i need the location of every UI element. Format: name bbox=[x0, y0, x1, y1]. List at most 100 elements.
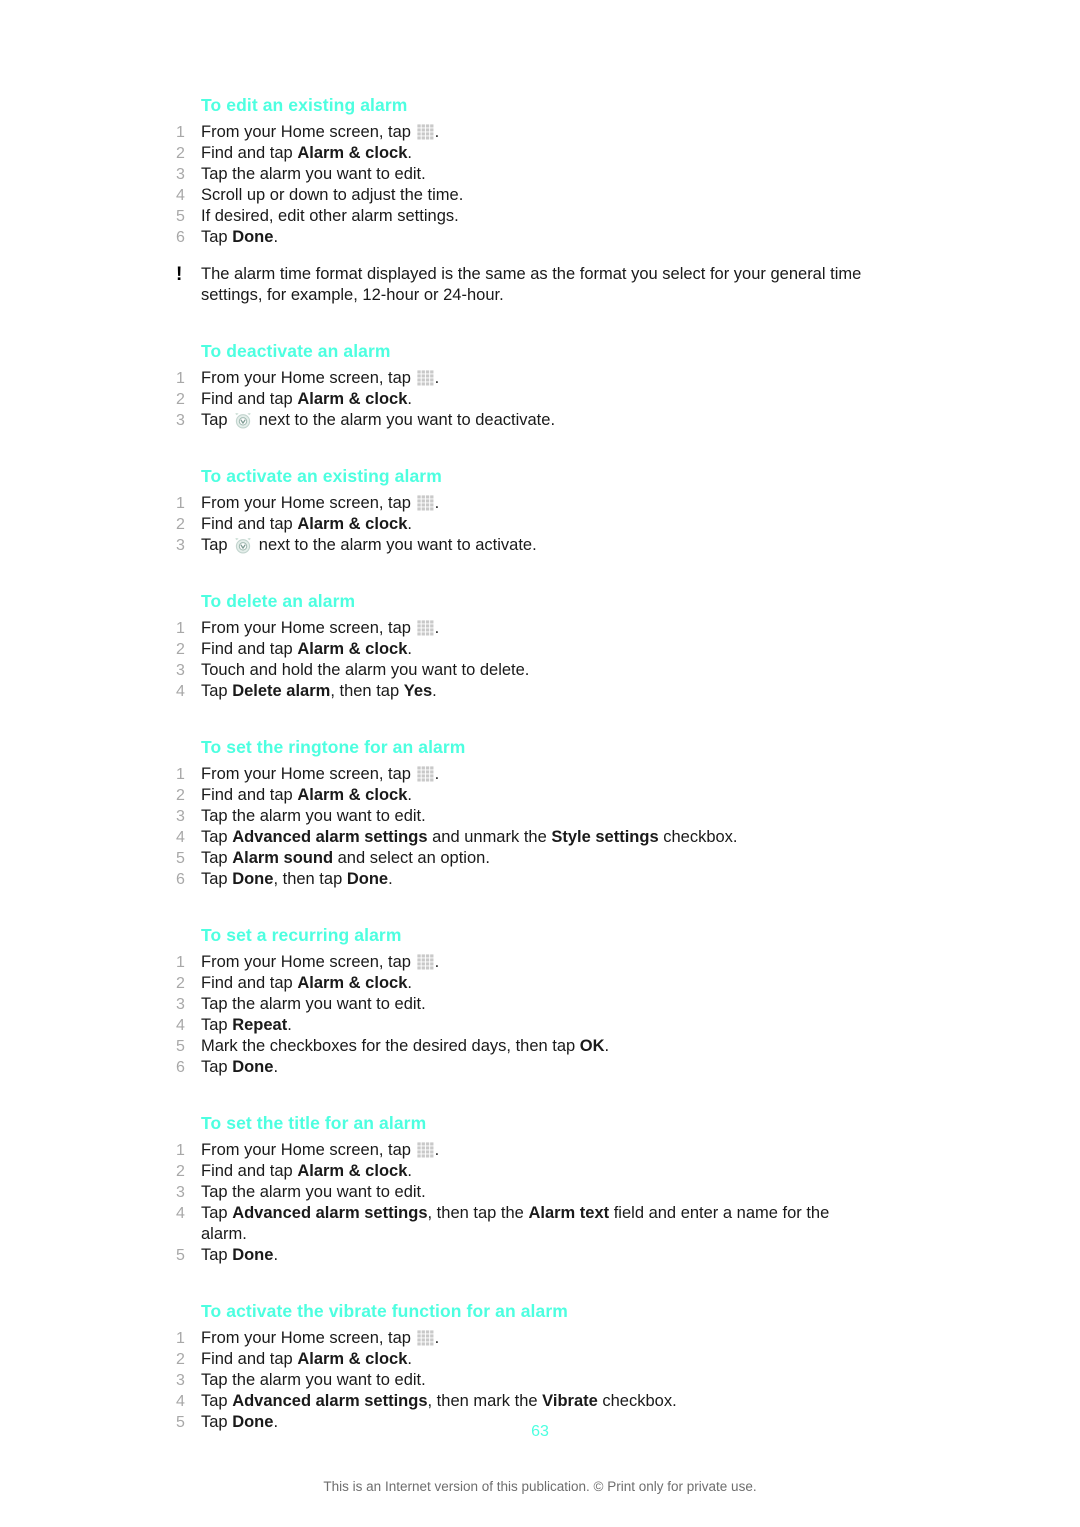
page-content: To edit an existing alarm 1 From your Home… bbox=[176, 94, 876, 1433]
ui-term: Alarm & clock bbox=[297, 1350, 408, 1368]
step-text-run: and select an option. bbox=[333, 849, 490, 867]
step-list: 1 From your Home screen, tap . 2 Find and t… bbox=[176, 952, 876, 1078]
step-text-run: . bbox=[604, 1037, 610, 1055]
section-heading: To set the title for an alarm bbox=[201, 1113, 427, 1133]
ui-term: Alarm & clock bbox=[297, 144, 408, 162]
ui-term: Done bbox=[232, 870, 274, 888]
step-text-run: Tap bbox=[201, 1058, 233, 1076]
step-number: 2 bbox=[176, 516, 185, 533]
step-text-run: . bbox=[407, 640, 412, 658]
step-text-run: , then tap the bbox=[427, 1204, 529, 1222]
step-instruction: Find and tap Alarm & clock. bbox=[201, 973, 876, 994]
step-number: 3 bbox=[176, 662, 185, 679]
step-instruction: Tap the alarm you want to edit. bbox=[201, 994, 876, 1015]
step-list: 1 From your Home screen, tap . 2 Find and t… bbox=[176, 1140, 876, 1266]
step-number: 5 bbox=[176, 850, 185, 867]
step-item: 1 From your Home screen, tap . bbox=[176, 122, 876, 143]
step-number: 3 bbox=[176, 412, 185, 429]
step-instruction: Mark the checkboxes for the desired days… bbox=[201, 1036, 876, 1057]
step-text-run: . bbox=[388, 870, 393, 888]
step-number: 3 bbox=[176, 996, 185, 1013]
step-text-run: Find and tap bbox=[201, 515, 298, 533]
step-number: 5 bbox=[176, 208, 185, 225]
step-text-run: . bbox=[434, 619, 440, 637]
step-text-run: Tap bbox=[201, 849, 233, 867]
step-text-run: . bbox=[407, 144, 412, 162]
step-instruction: From your Home screen, tap . bbox=[201, 368, 876, 389]
step-item: 2 Find and tap Alarm & clock. bbox=[176, 785, 876, 806]
footer-copyright-note: This is an Internet version of this publ… bbox=[323, 1479, 757, 1494]
step-number: 2 bbox=[176, 787, 185, 804]
step-text-run: . bbox=[434, 953, 440, 971]
step-instruction: From your Home screen, tap . bbox=[201, 122, 876, 143]
step-item: 1 From your Home screen, tap . bbox=[176, 618, 876, 639]
step-text-run: From your Home screen, tap bbox=[201, 494, 416, 512]
step-text-run: next to the alarm you want to deactivate… bbox=[254, 411, 556, 429]
step-text-run: . bbox=[273, 1058, 279, 1076]
step-list: 1 From your Home screen, tap . 2 Find and t… bbox=[176, 618, 876, 702]
step-number: 6 bbox=[176, 871, 185, 888]
section-heading: To activate the vibrate function for an … bbox=[201, 1301, 568, 1321]
step-item: 2 Find and tap Alarm & clock. bbox=[176, 1349, 876, 1370]
step-instruction: Tap the alarm you want to edit. bbox=[201, 164, 876, 185]
ui-term: Delete alarm bbox=[232, 682, 331, 700]
step-instruction: Tap Done. bbox=[201, 1057, 876, 1078]
step-text-run: Tap the alarm you want to edit. bbox=[201, 995, 426, 1013]
step-item: 2 Find and tap Alarm & clock. bbox=[176, 143, 876, 164]
step-list: 1 From your Home screen, tap . 2 Find and t… bbox=[176, 493, 876, 556]
alarm-clock-icon bbox=[234, 537, 252, 554]
step-text-run: Find and tap bbox=[201, 144, 298, 162]
ui-term: Style settings bbox=[551, 828, 659, 846]
step-instruction: Find and tap Alarm & clock. bbox=[201, 143, 876, 164]
step-text-run: . bbox=[434, 1141, 440, 1159]
step-text-run: Scroll up or down to adjust the time. bbox=[201, 186, 464, 204]
ui-term: Done bbox=[232, 228, 274, 246]
step-item: 2 Find and tap Alarm & clock. bbox=[176, 973, 876, 994]
section-heading: To set the ringtone for an alarm bbox=[201, 737, 466, 757]
step-text-run: Tap bbox=[201, 411, 233, 429]
step-number: 1 bbox=[176, 766, 185, 783]
ui-term: Advanced alarm settings bbox=[232, 1392, 428, 1410]
step-instruction: If desired, edit other alarm settings. bbox=[201, 206, 876, 227]
step-text-run: Touch and hold the alarm you want to del… bbox=[201, 661, 530, 679]
ui-term: Alarm sound bbox=[232, 849, 334, 867]
step-instruction: From your Home screen, tap . bbox=[201, 493, 876, 514]
step-text-run: Tap the alarm you want to edit. bbox=[201, 1371, 426, 1389]
step-text-run: . bbox=[434, 123, 440, 141]
step-text-run: Find and tap bbox=[201, 1162, 298, 1180]
ui-term: Yes bbox=[403, 682, 433, 700]
app-grid-icon bbox=[416, 766, 434, 782]
step-number: 2 bbox=[176, 145, 185, 162]
step-text-run: Tap the alarm you want to edit. bbox=[201, 1183, 426, 1201]
step-text-run: . bbox=[434, 1329, 440, 1347]
step-item: 5 Tap Alarm sound and select an option. bbox=[176, 848, 876, 869]
step-text-run: , then tap bbox=[330, 682, 404, 700]
step-instruction: Tap Alarm sound and select an option. bbox=[201, 848, 876, 869]
note-block: ! The alarm time format displayed is the … bbox=[176, 264, 871, 306]
step-text-run: Tap bbox=[201, 536, 233, 554]
step-item: 3 Tap the alarm you want to edit. bbox=[176, 164, 876, 185]
section-heading: To set a recurring alarm bbox=[201, 925, 402, 945]
step-instruction: From your Home screen, tap . bbox=[201, 1328, 876, 1349]
procedure-section: To activate an existing alarm 1 From your … bbox=[176, 465, 876, 556]
step-text-run: . bbox=[434, 765, 440, 783]
step-list: 1 From your Home screen, tap . 2 Find and t… bbox=[176, 764, 876, 890]
section-heading: To deactivate an alarm bbox=[201, 341, 391, 361]
step-text-run: Tap the alarm you want to edit. bbox=[201, 807, 426, 825]
ui-term: Alarm & clock bbox=[297, 390, 408, 408]
step-instruction: Find and tap Alarm & clock. bbox=[201, 389, 876, 410]
step-instruction: Find and tap Alarm & clock. bbox=[201, 1161, 876, 1182]
step-list: 1 From your Home screen, tap . 2 Find and t… bbox=[176, 368, 876, 431]
ui-term: Alarm text bbox=[528, 1204, 610, 1222]
step-instruction: Tap the alarm you want to edit. bbox=[201, 806, 876, 827]
step-number: 2 bbox=[176, 641, 185, 658]
step-text-run: . bbox=[432, 682, 437, 700]
section-heading: To activate an existing alarm bbox=[201, 466, 442, 486]
step-item: 4 Scroll up or down to adjust the time. bbox=[176, 185, 876, 206]
ui-term: OK bbox=[579, 1037, 605, 1055]
step-number: 1 bbox=[176, 124, 185, 141]
